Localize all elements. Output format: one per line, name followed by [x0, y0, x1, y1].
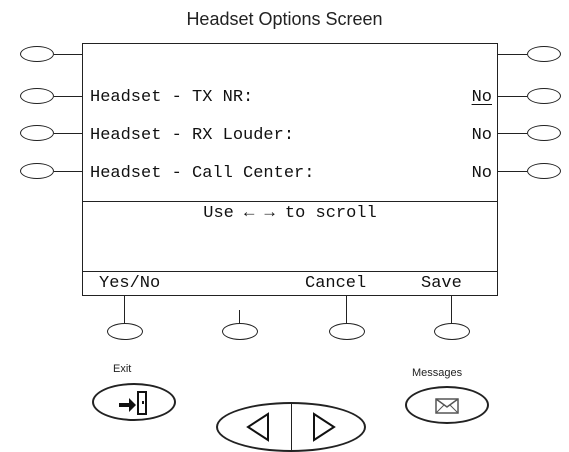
option-value: No [471, 88, 492, 107]
messages-button[interactable] [405, 386, 489, 424]
messages-label: Messages [412, 367, 463, 379]
exit-label: Exit [113, 363, 132, 375]
softkey-label-save: Save [421, 274, 462, 293]
softkey-button-2[interactable] [222, 323, 258, 340]
softkey-label-yes-no: Yes/No [99, 274, 161, 293]
connector [498, 96, 527, 97]
option-value: No [471, 126, 492, 145]
line-key-left-3[interactable] [20, 125, 54, 141]
divider [83, 201, 497, 202]
right-triangle-icon[interactable] [309, 411, 339, 443]
divider [83, 271, 497, 272]
envelope-icon [435, 398, 459, 414]
connector [124, 296, 125, 323]
scroll-hint: Use ← → to scroll [203, 204, 377, 223]
exit-door-icon [119, 391, 147, 415]
connector [54, 171, 82, 172]
connector [498, 171, 527, 172]
connector [498, 54, 527, 55]
option-label: Headset - RX Louder: [90, 126, 295, 145]
nav-divider [291, 404, 292, 450]
connector [451, 296, 452, 323]
line-key-right-2[interactable] [527, 88, 561, 104]
connector [54, 133, 82, 134]
connector [239, 310, 240, 323]
exit-button[interactable] [92, 383, 176, 421]
connector [54, 54, 82, 55]
left-triangle-icon[interactable] [243, 411, 273, 443]
line-key-left-2[interactable] [20, 88, 54, 104]
softkey-label-cancel: Cancel [305, 274, 367, 293]
navigation-cluster [216, 402, 366, 452]
softkey-button-save[interactable] [434, 323, 470, 340]
line-key-left-4[interactable] [20, 163, 54, 179]
option-value: No [471, 164, 492, 183]
line-key-right-4[interactable] [527, 163, 561, 179]
line-key-left-1[interactable] [20, 46, 54, 62]
option-row-tx-nr[interactable]: Headset - TX NR: No [83, 86, 497, 112]
option-row-call-center[interactable]: Headset - Call Center: No [83, 162, 497, 188]
line-key-right-1[interactable] [527, 46, 561, 62]
option-row-rx-louder[interactable]: Headset - RX Louder: No [83, 124, 497, 150]
option-label: Headset - Call Center: [90, 164, 315, 183]
connector [54, 96, 82, 97]
screen-title: Headset Options Screen [186, 9, 383, 29]
connector [346, 296, 347, 323]
lcd-display: Headset - TX NR: No Headset - RX Louder:… [82, 43, 498, 296]
connector [498, 133, 527, 134]
option-label: Headset - TX NR: [90, 88, 254, 107]
line-key-right-3[interactable] [527, 125, 561, 141]
softkey-button-cancel[interactable] [329, 323, 365, 340]
softkey-button-yes-no[interactable] [107, 323, 143, 340]
